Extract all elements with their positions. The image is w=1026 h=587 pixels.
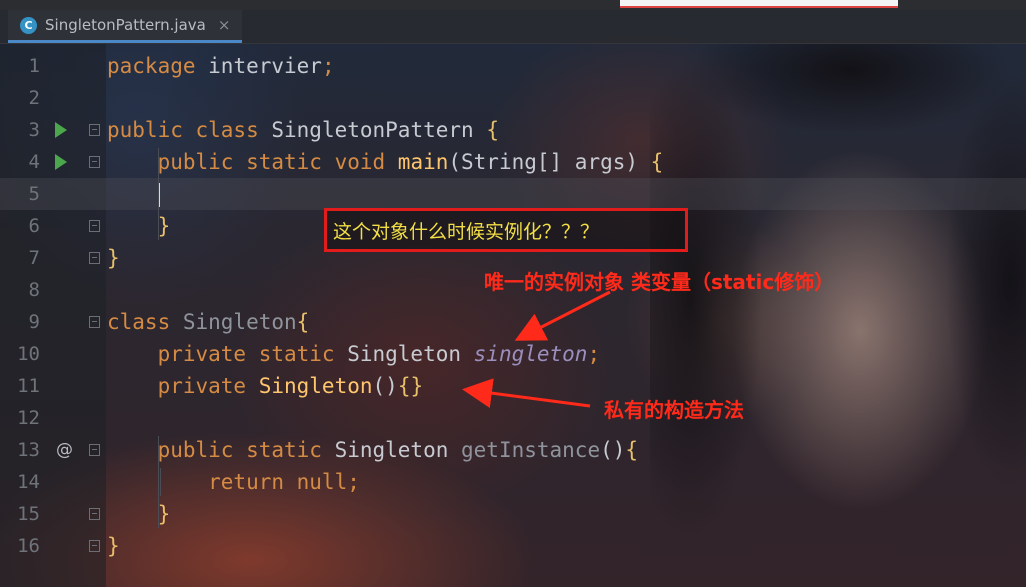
field-arrow (514, 290, 611, 341)
constructor-arrow (462, 378, 591, 408)
annotation-arrows (462, 290, 611, 408)
